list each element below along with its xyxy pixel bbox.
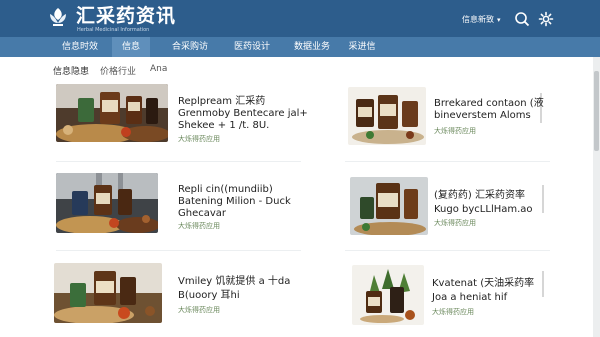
- article-title: Vmiley 饥就提供 a 十da: [178, 276, 291, 287]
- article-title: Joa a heniat hif: [432, 292, 508, 303]
- article-thumbnail: [352, 265, 424, 325]
- article-source: 大烁得药应用: [434, 219, 476, 227]
- nav-item-pharma-design[interactable]: 医药设计: [222, 37, 282, 57]
- article-card[interactable]: Brrekared contaon (液 bineverstem Aloms 大…: [348, 87, 548, 147]
- article-card[interactable]: Vmiley 饥就提供 a 十da B(uoory 耳hi 大烁得药应用: [54, 263, 294, 325]
- top-bar: 汇采药资讯 Herbal Medicinal Information 信息新致 ▾: [0, 0, 600, 37]
- article-title: Kvatenat (天油采药率: [432, 278, 535, 289]
- article-list-panel: 信息隐患 价格行业 Ana Replpream 汇采药 Grenmoby Ben…: [0, 57, 600, 337]
- row-divider: [56, 161, 301, 162]
- article-thumbnail: [56, 84, 168, 142]
- article-title: Kugo bycLLlHam.ao: [434, 204, 533, 215]
- article-title: (复药药) 汇采药资率: [434, 190, 525, 201]
- nav-item-info-timeliness[interactable]: 信息时效: [50, 37, 110, 57]
- article-thumbnail: [54, 263, 162, 323]
- nav-item-procurement[interactable]: 合采购访: [160, 37, 220, 57]
- article-thumbnail: [348, 87, 426, 145]
- search-icon[interactable]: [514, 11, 530, 27]
- brand-subtitle: Herbal Medicinal Information: [77, 27, 150, 33]
- brand-title[interactable]: 汇采药资讯: [76, 5, 176, 27]
- logo-leaf-icon[interactable]: [47, 6, 69, 28]
- subnav-item-price-industry[interactable]: 价格行业: [100, 64, 136, 77]
- article-title: B(uoory 耳hi: [178, 290, 240, 301]
- subnav-item-ana[interactable]: Ana: [150, 64, 167, 74]
- divider: [542, 271, 544, 297]
- article-title: Shekee + 1 /t. 8U.: [178, 120, 270, 131]
- article-thumbnail: [350, 177, 428, 235]
- nav-item-more[interactable]: 采进信: [340, 37, 384, 57]
- nav-item-info[interactable]: 信息: [112, 37, 150, 57]
- article-source: 大烁得药应用: [434, 127, 476, 135]
- user-menu-label: 信息新致: [462, 15, 494, 24]
- article-source: 大烁得药应用: [178, 135, 220, 143]
- main-nav: 信息时效 信息 合采购访 医药设计 数据业务 采进信: [0, 37, 600, 57]
- article-thumbnail: [56, 173, 158, 233]
- row-divider: [345, 161, 550, 162]
- article-source: 大烁得药应用: [432, 308, 474, 316]
- article-card[interactable]: Replpream 汇采药 Grenmoby Bentecare jal+ Sh…: [56, 84, 308, 146]
- scrollbar[interactable]: [593, 57, 600, 337]
- subnav-item-risk[interactable]: 信息隐患: [53, 64, 89, 77]
- scrollbar-thumb[interactable]: [594, 71, 599, 151]
- article-title: bineverstem Aloms: [434, 110, 531, 121]
- article-title: Ghecavar: [178, 208, 227, 219]
- article-card[interactable]: (复药药) 汇采药资率 Kugo bycLLlHam.ao 大烁得药应用: [350, 177, 550, 237]
- user-menu-dropdown[interactable]: 信息新致 ▾: [462, 14, 501, 26]
- divider: [542, 185, 544, 213]
- row-divider: [345, 250, 550, 251]
- article-source: 大烁得药应用: [178, 306, 220, 314]
- row-divider: [56, 250, 301, 251]
- article-card[interactable]: Repli cin((mundiib) Batening Milion - Du…: [56, 173, 296, 235]
- chevron-down-icon: ▾: [497, 16, 501, 24]
- settings-icon[interactable]: [538, 11, 554, 27]
- article-card[interactable]: Kvatenat (天油采药率 Joa a heniat hif 大烁得药应用: [352, 265, 552, 325]
- nav-item-data-business[interactable]: 数据业务: [282, 37, 342, 57]
- article-source: 大烁得药应用: [178, 222, 220, 230]
